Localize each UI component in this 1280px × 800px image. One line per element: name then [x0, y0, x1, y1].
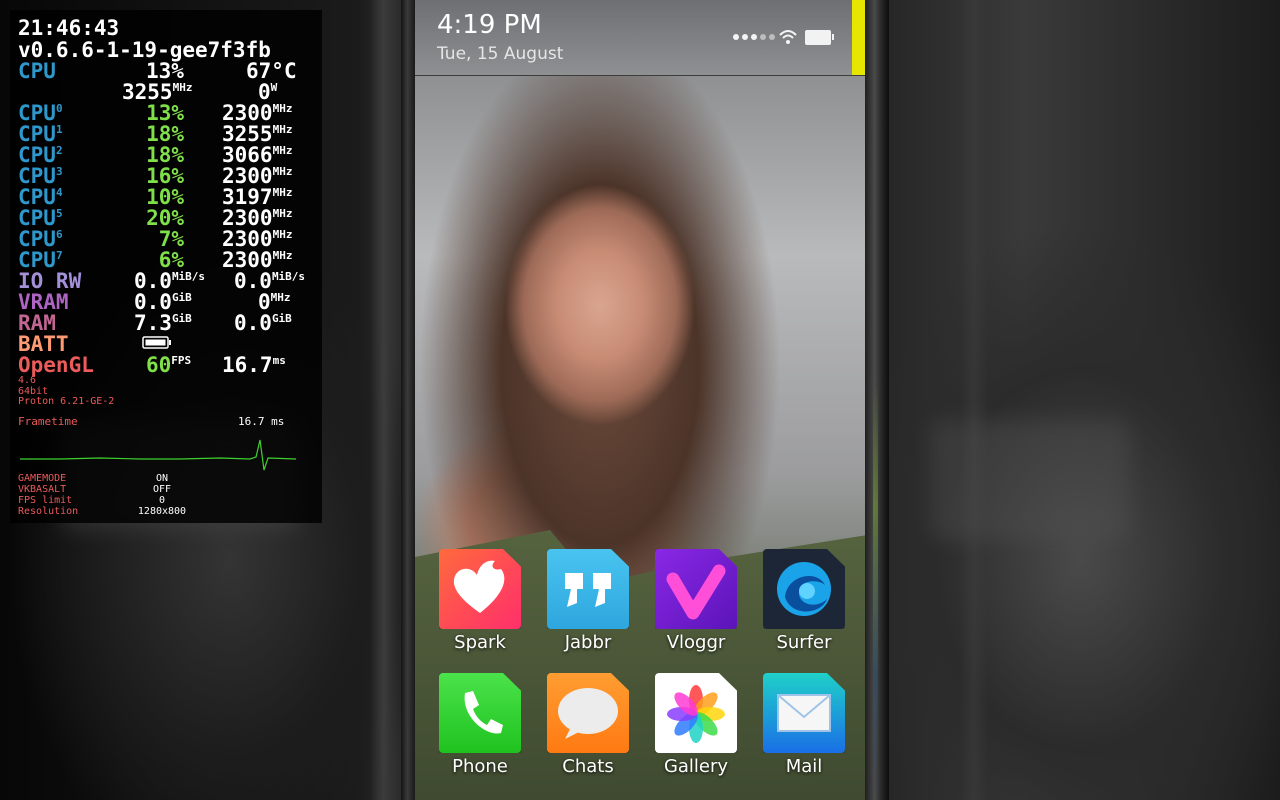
cpu-core-freq: 3255MHz	[222, 122, 293, 146]
cpu-core-freq: 2300MHz	[222, 227, 293, 251]
app-label: Phone	[452, 756, 508, 777]
ram-label: RAM	[18, 311, 56, 335]
setting-key: VKBASALT	[18, 484, 67, 495]
batt-label: BATT	[18, 332, 69, 356]
app-label: Gallery	[663, 756, 729, 777]
setting-value: ON	[155, 473, 169, 484]
setting-key: FPS limit	[18, 495, 73, 506]
cpu-core-load: 16%	[146, 164, 184, 188]
gl-version: 4.6	[18, 375, 37, 386]
setting-key: Resolution	[18, 506, 79, 517]
cpu-core-load: 18%	[146, 143, 184, 167]
app-spark[interactable]: Spark	[439, 549, 521, 653]
performance-overlay: 21:46:43 v0.6.6-1-19-gee7f3fb CPU 13% 67…	[10, 10, 322, 523]
opengl-label: OpenGL	[18, 353, 94, 377]
browser-swirl-icon	[763, 549, 845, 629]
cpu-core-freq: 3066MHz	[222, 143, 293, 167]
cpu-core-label: CPU1	[18, 122, 63, 146]
cpu-core-load: 7%	[158, 227, 184, 251]
cpu-core-label: CPU3	[18, 164, 63, 188]
cpu-core-label: CPU4	[18, 185, 63, 209]
cpu-core-freq: 3197MHz	[222, 185, 293, 209]
cpu-temp: 67°C	[246, 59, 297, 83]
envelope-icon	[763, 673, 845, 753]
app-label: Spark	[454, 632, 506, 653]
speech-bubble-icon	[547, 673, 629, 753]
frametime-label: Frametime	[18, 415, 78, 428]
phone-frame-left	[401, 0, 415, 800]
app-label: Jabbr	[564, 632, 612, 653]
vram-label: VRAM	[18, 290, 69, 314]
phone-frame-right	[865, 0, 889, 800]
flower-petals-icon	[655, 673, 737, 753]
signal-dots-icon	[733, 34, 775, 40]
io-read: 0.0MiB/s	[134, 269, 206, 293]
quote-icon	[547, 549, 629, 629]
cpu-core-label: CPU5	[18, 206, 63, 230]
proton-version: Proton 6.21-GE-2	[18, 396, 115, 407]
app-phone[interactable]: Phone	[439, 673, 521, 777]
background-pillar	[370, 0, 398, 800]
cpu-core-freq: 2300MHz	[222, 206, 293, 230]
cpu-core-label: CPU0	[18, 101, 63, 125]
setting-value: OFF	[152, 484, 172, 495]
app-gallery[interactable]: Gallery	[655, 673, 737, 777]
ram-swap: 0.0GiB	[234, 311, 292, 335]
status-bar[interactable]: 4:19 PM Tue, 15 August	[415, 0, 865, 76]
status-date: Tue, 15 August	[437, 44, 564, 64]
cpu-core-freq: 2300MHz	[222, 101, 293, 125]
cpu-label: CPU	[18, 59, 56, 83]
vram-used: 0.0GiB	[134, 290, 192, 314]
app-label: Surfer	[776, 632, 832, 653]
cpu-core-freq: 2300MHz	[222, 248, 293, 272]
v-logo-icon	[655, 549, 737, 629]
cpu-core-load: 10%	[146, 185, 184, 209]
ram-used: 7.3GiB	[134, 311, 192, 335]
setting-value: 1280x800	[137, 506, 187, 517]
app-vloggr[interactable]: Vloggr	[655, 549, 737, 653]
background-pillar	[960, 0, 988, 800]
overlay-version: v0.6.6-1-19-gee7f3fb	[18, 38, 271, 62]
wifi-icon	[779, 30, 797, 44]
frametime-value: 16.7ms	[222, 353, 286, 377]
phone-handset-icon	[439, 673, 521, 753]
background-blur-shape	[930, 420, 1130, 540]
app-surfer[interactable]: Surfer	[763, 549, 845, 653]
cpu-core-load: 18%	[146, 122, 184, 146]
cpu-load: 13%	[146, 59, 184, 83]
cpu-freq: 3255MHz	[122, 80, 193, 104]
battery-icon	[805, 30, 834, 45]
cpu-power: 0W	[258, 80, 278, 104]
cpu-core-label: CPU7	[18, 248, 63, 272]
vram-clock: 0MHz	[258, 290, 291, 314]
notification-strip	[852, 0, 865, 75]
app-label: Chats	[562, 756, 614, 777]
app-jabbr[interactable]: Jabbr	[547, 549, 629, 653]
setting-value: 0	[158, 495, 166, 506]
frametime-graph-value: 16.7 ms	[238, 415, 285, 428]
battery-icon	[142, 336, 171, 349]
heart-flame-icon	[439, 549, 521, 629]
cpu-core-freq: 2300MHz	[222, 164, 293, 188]
frametime-graph	[20, 439, 296, 471]
cpu-core-label: CPU2	[18, 143, 63, 167]
cpu-core-label: CPU6	[18, 227, 63, 251]
app-label: Vloggr	[666, 632, 726, 653]
overlay-clock: 21:46:43	[18, 16, 120, 40]
app-label: Mail	[785, 756, 823, 777]
status-clock: 4:19 PM	[437, 10, 542, 40]
fps-value: 60FPS	[146, 353, 192, 377]
io-label: IO RW	[18, 269, 82, 293]
cpu-core-load: 6%	[158, 248, 184, 272]
cpu-core-load: 13%	[146, 101, 184, 125]
cpu-core-load: 20%	[146, 206, 184, 230]
app-mail[interactable]: Mail	[763, 673, 845, 777]
io-write: 0.0MiB/s	[234, 269, 306, 293]
app-chats[interactable]: Chats	[547, 673, 629, 777]
setting-key: GAMEMODE	[18, 473, 67, 484]
phone-screen: 4:19 PM Tue, 15 August Spark Jabbr Vlogg…	[415, 0, 865, 800]
